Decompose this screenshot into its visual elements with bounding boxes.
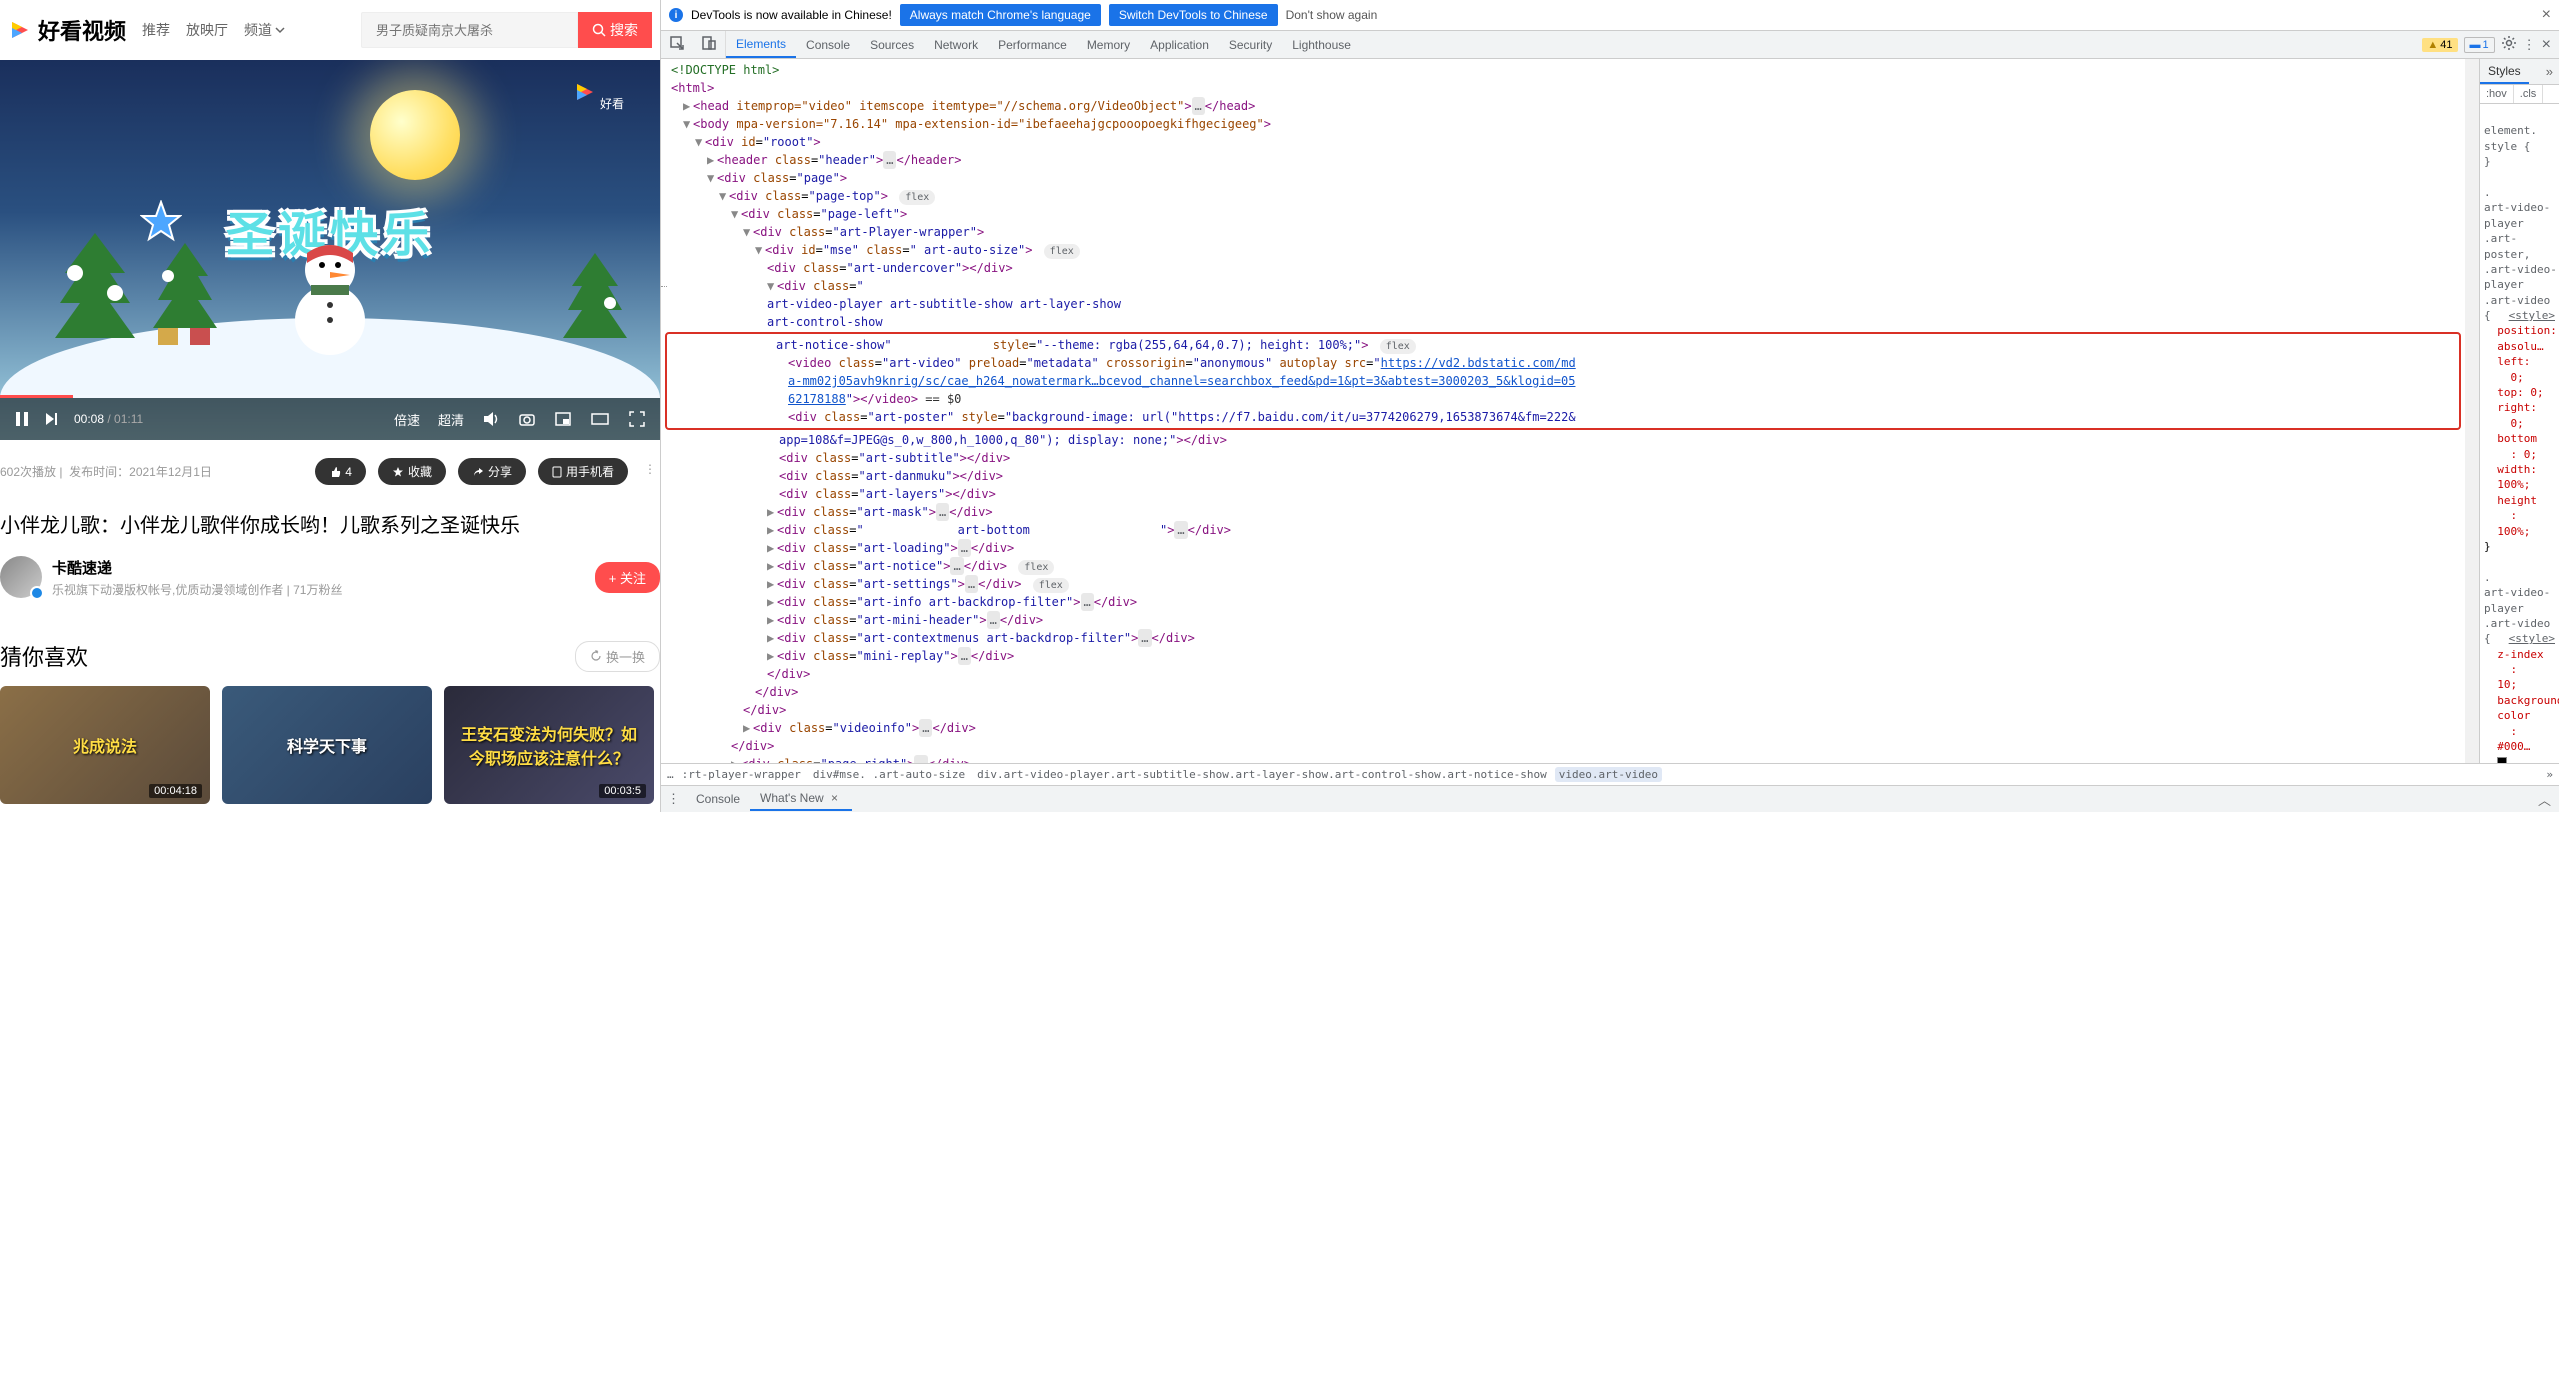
console-drawer: ⋮ Console What's New × ︿	[661, 785, 2559, 812]
tab-network[interactable]: Network	[924, 33, 988, 57]
nav-recommend[interactable]: 推荐	[142, 20, 170, 40]
share-icon	[472, 466, 484, 478]
tree-graphic	[150, 238, 220, 328]
recommend-item[interactable]: 王安石变法为何失败？如今职场应该注意什么？00:03:5	[444, 686, 654, 804]
site-logo[interactable]: 好看视频	[8, 14, 126, 46]
tab-application[interactable]: Application	[1140, 33, 1219, 57]
publish-time: 发布时间：2021年12月1日	[69, 463, 212, 480]
channel-desc: 乐视旗下动漫版权帐号,优质动漫领域创作者 | 71万粉丝	[52, 581, 342, 598]
chevron-down-icon	[275, 25, 285, 35]
styles-pane: Styles » :hov .cls element. style { } . …	[2479, 59, 2559, 763]
breadcrumb[interactable]: … :rt-player-wrapper div#mse. .art-auto-…	[661, 763, 2559, 785]
view-count: 602次播放	[0, 463, 56, 480]
search-input[interactable]	[361, 12, 578, 48]
refresh-icon	[590, 650, 602, 662]
tab-performance[interactable]: Performance	[988, 33, 1077, 57]
elements-tree[interactable]: <!DOCTYPE html> <html> ▶<head itemprop="…	[661, 59, 2465, 763]
inspect-icon[interactable]	[661, 31, 693, 58]
tab-lighthouse[interactable]: Lighthouse	[1282, 33, 1361, 57]
mobile-button[interactable]: 用手机看	[538, 458, 628, 485]
quality-button[interactable]: 超清	[438, 410, 464, 429]
tab-sources[interactable]: Sources	[860, 33, 924, 57]
star-icon	[392, 466, 404, 478]
tab-elements[interactable]: Elements	[726, 32, 796, 58]
pause-button[interactable]	[14, 411, 30, 427]
channel-avatar[interactable]	[0, 556, 42, 598]
switch-chinese-button[interactable]: Switch DevTools to Chinese	[1109, 4, 1278, 26]
scrollbar[interactable]	[2465, 59, 2479, 763]
moon-graphic	[370, 90, 460, 180]
volume-button[interactable]	[482, 410, 500, 428]
devtools-tabs: Elements Console Sources Network Perform…	[661, 31, 2559, 59]
decoration-star	[140, 200, 182, 245]
tab-security[interactable]: Security	[1219, 33, 1282, 57]
favorite-button[interactable]: 收藏	[378, 458, 446, 485]
hov-toggle[interactable]: :hov	[2480, 85, 2514, 103]
speed-button[interactable]: 倍速	[394, 410, 420, 429]
tab-memory[interactable]: Memory	[1077, 33, 1140, 57]
search-button[interactable]: 搜索	[578, 12, 652, 48]
time-display: 00:08 / 01:11	[74, 412, 143, 426]
cls-toggle[interactable]: .cls	[2514, 85, 2544, 103]
settings-icon[interactable]	[2501, 35, 2517, 54]
channel-name[interactable]: 卡酷速递	[52, 557, 342, 578]
phone-icon	[552, 466, 562, 478]
tree-graphic	[50, 228, 140, 338]
tree-graphic	[560, 248, 630, 338]
video-player[interactable]: 好看 圣诞快乐 00:08 / 01:11 倍	[0, 60, 660, 440]
follow-button[interactable]: + 关注	[595, 562, 660, 593]
more-icon[interactable]: ⋮	[2523, 37, 2536, 53]
camera-button[interactable]	[518, 410, 536, 428]
warnings-badge[interactable]: ▲41	[2422, 38, 2457, 52]
share-button[interactable]: 分享	[458, 458, 526, 485]
styles-rules[interactable]: element. style { } . art-video- player .…	[2480, 104, 2559, 763]
info-icon: i	[669, 8, 683, 22]
site-header: 好看视频 推荐 放映厅 频道 搜索	[0, 0, 660, 60]
nav-hall[interactable]: 放映厅	[186, 20, 228, 40]
nav-channel[interactable]: 频道	[244, 20, 285, 40]
duration-badge: 00:03:5	[599, 784, 646, 798]
drawer-tab-whatsnew[interactable]: What's New ×	[750, 787, 852, 811]
device-icon[interactable]	[693, 31, 726, 58]
like-button[interactable]: 4	[315, 458, 366, 485]
drawer-tab-console[interactable]: Console	[686, 788, 750, 810]
chevron-right-icon[interactable]: »	[2540, 60, 2559, 83]
recommend-item[interactable]: 科学天下事	[222, 686, 432, 804]
dismiss-link[interactable]: Don't show again	[1286, 8, 1378, 22]
close-icon[interactable]: ×	[2542, 36, 2551, 54]
more-icon[interactable]: ⋮	[640, 458, 660, 485]
close-icon[interactable]: ×	[827, 791, 842, 805]
next-button[interactable]	[44, 411, 60, 427]
video-controls: 00:08 / 01:11 倍速 超清	[0, 398, 660, 440]
match-language-button[interactable]: Always match Chrome's language	[900, 4, 1101, 26]
pip-button[interactable]	[554, 410, 572, 428]
fullscreen-button[interactable]	[628, 410, 646, 428]
issues-badge[interactable]: ▬1	[2464, 37, 2495, 53]
tab-console[interactable]: Console	[796, 33, 860, 57]
chevron-up-icon[interactable]: ︿	[2530, 786, 2559, 813]
refresh-button[interactable]: 换一换	[575, 641, 660, 672]
snowman-graphic	[275, 225, 385, 358]
recommend-item[interactable]: 兆成说法00:04:18	[0, 686, 210, 804]
tab-styles[interactable]: Styles	[2480, 60, 2529, 84]
thumbs-up-icon	[329, 466, 341, 478]
theater-button[interactable]	[590, 410, 610, 428]
close-icon[interactable]: ×	[2542, 6, 2551, 24]
drawer-menu-icon[interactable]: ⋮	[661, 787, 686, 811]
play-logo-icon	[8, 18, 32, 42]
duration-badge: 00:04:18	[149, 784, 202, 798]
recommend-heading: 猜你喜欢	[0, 640, 88, 672]
video-watermark: 好看	[573, 80, 624, 112]
verified-badge-icon	[30, 586, 44, 600]
video-title: 小伴龙儿歌：小伴龙儿歌伴你成长哟！儿歌系列之圣诞快乐	[0, 509, 660, 538]
devtools-banner: i DevTools is now available in Chinese! …	[661, 0, 2559, 31]
search-icon	[592, 23, 606, 37]
